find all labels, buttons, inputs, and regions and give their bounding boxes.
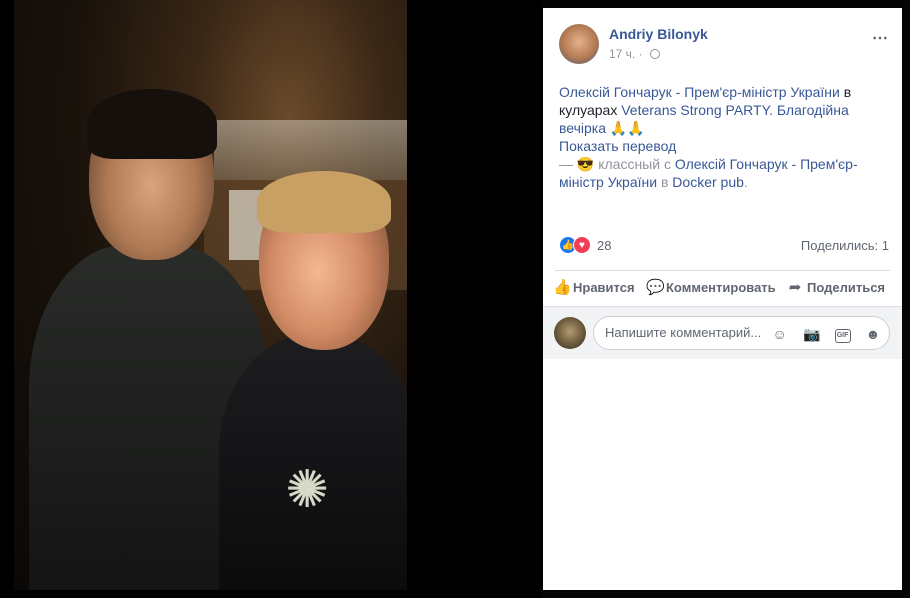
share-label: Поделиться: [807, 280, 886, 295]
shares-count[interactable]: Поделились: 1: [801, 238, 889, 253]
comment-composer: ☺ 📷 GIF ☻: [543, 307, 902, 359]
person-right-hair: [257, 171, 391, 233]
camera-icon[interactable]: 📷: [802, 324, 822, 344]
reactions-bar: 👍 ♥ 28 Поделились: 1: [559, 236, 889, 256]
more-options-icon[interactable]: ⋯: [872, 28, 889, 48]
location-link[interactable]: Docker pub: [672, 174, 744, 190]
photo-area[interactable]: ✺: [0, 0, 543, 598]
post-time[interactable]: 17 ч.: [609, 47, 635, 61]
feeling-emoji: 😎: [576, 156, 595, 172]
photo-viewer: ✺ Andriy Bilonyk 17 ч. · ⋯ Олексій Гонча…: [0, 0, 910, 598]
comment-label: Комментировать: [666, 280, 776, 295]
post-text-end: .: [743, 174, 748, 190]
show-translation-link[interactable]: Показать перевод: [559, 138, 676, 154]
post-meta: 17 ч. ·: [609, 47, 660, 61]
feeling-text: классный с: [594, 156, 675, 172]
person-right-body: ✺: [219, 335, 407, 590]
share-button[interactable]: ➦ Поделиться: [787, 274, 885, 302]
comment-icon: 💬: [646, 279, 665, 296]
gif-icon[interactable]: GIF: [834, 329, 851, 343]
location-prefix: в: [657, 174, 673, 190]
composer-icons: ☺ 📷 GIF ☻: [762, 324, 883, 344]
post-header: Andriy Bilonyk 17 ч. · ⋯: [559, 24, 889, 64]
globe-icon: [649, 49, 660, 59]
pray-emoji: 🙏🙏: [606, 120, 645, 136]
viewer-avatar[interactable]: [554, 317, 586, 349]
love-icon[interactable]: ♥: [573, 236, 591, 254]
photo-person-right: ✺: [219, 171, 407, 590]
post-actions: 👍Нравится 💬Комментировать ➦ Поделиться: [551, 274, 896, 302]
reactions-count[interactable]: 28: [597, 238, 611, 253]
like-label: Нравится: [573, 280, 635, 295]
person-left-hair: [87, 89, 217, 159]
emoji-icon[interactable]: ☺: [770, 324, 790, 344]
feeling-prefix: —: [559, 156, 577, 172]
tag-link-goncharuk[interactable]: Олексій Гончарук - Прем'єр-міністр Украї…: [559, 84, 840, 100]
post-photo[interactable]: ✺: [14, 0, 407, 590]
divider: [555, 270, 890, 271]
share-icon: ➦: [788, 279, 802, 296]
shirt-emblem-icon: ✺: [285, 460, 329, 520]
thumbs-up-icon: 👍: [553, 279, 572, 296]
like-button[interactable]: 👍Нравится: [553, 274, 635, 302]
author-avatar[interactable]: [559, 24, 599, 64]
comment-box[interactable]: ☺ 📷 GIF ☻: [593, 316, 890, 350]
post-text: Олексій Гончарук - Прем'єр-міністр Украї…: [559, 83, 879, 191]
sticker-icon[interactable]: ☻: [863, 324, 883, 344]
comment-button[interactable]: 💬Комментировать: [646, 274, 776, 302]
post-panel: Andriy Bilonyk 17 ч. · ⋯ Олексій Гончару…: [543, 8, 902, 590]
comment-input[interactable]: [605, 325, 775, 340]
author-name[interactable]: Andriy Bilonyk: [609, 26, 708, 42]
